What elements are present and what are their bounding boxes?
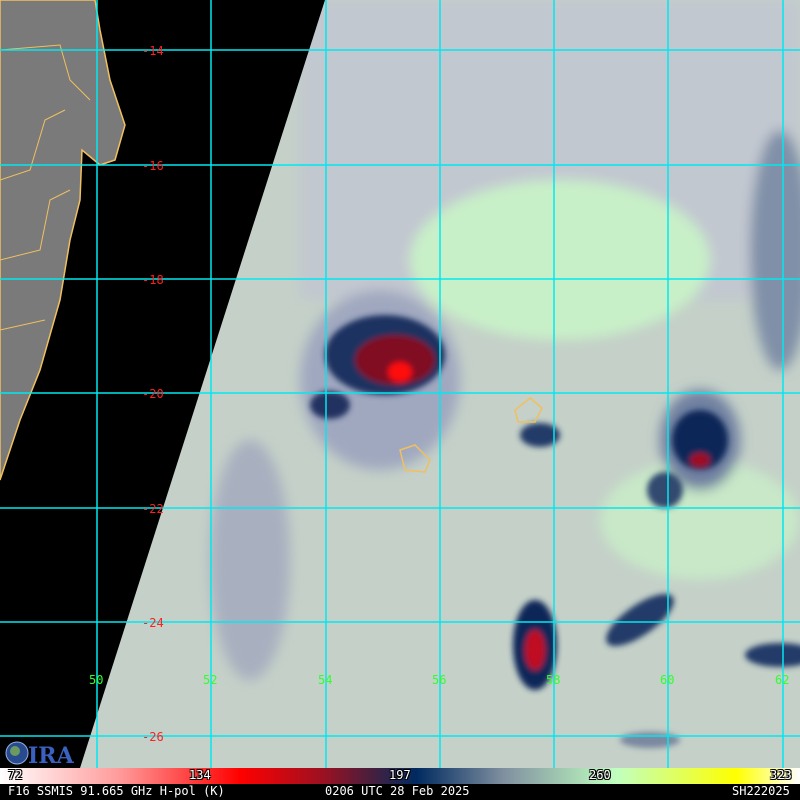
lon-label: 54 bbox=[318, 673, 332, 687]
lat-label: -24 bbox=[142, 616, 164, 630]
storm-id-label: SH222025 bbox=[732, 784, 790, 798]
lat-label: -14 bbox=[142, 44, 164, 58]
time-label: 0206 UTC 28 Feb 2025 bbox=[325, 784, 470, 798]
lon-label: 62 bbox=[775, 673, 789, 687]
lat-label: -18 bbox=[142, 273, 164, 287]
colorbar-tick: 72 bbox=[8, 768, 23, 782]
lon-label: 60 bbox=[660, 673, 674, 687]
lon-label: 56 bbox=[432, 673, 446, 687]
colorbar-tick: 134 bbox=[189, 768, 211, 782]
lat-label: -22 bbox=[142, 502, 164, 516]
colorbar-tick: 260 bbox=[589, 768, 611, 782]
lat-label: -20 bbox=[142, 387, 164, 401]
satellite-map: -14 -16 -18 -20 -22 -24 -26 50 52 54 56 … bbox=[0, 0, 800, 768]
colorbar: 72 134 197 260 323 bbox=[0, 768, 800, 784]
lon-label: 52 bbox=[203, 673, 217, 687]
lat-label: -16 bbox=[142, 159, 164, 173]
lat-label: -26 bbox=[142, 730, 164, 744]
sensor-label: F16 SSMIS 91.665 GHz H-pol (K) bbox=[8, 784, 225, 798]
colorbar-tick: 197 bbox=[389, 768, 411, 782]
lon-label: 50 bbox=[89, 673, 103, 687]
lon-label: 58 bbox=[546, 673, 560, 687]
footer: F16 SSMIS 91.665 GHz H-pol (K) 0206 UTC … bbox=[0, 784, 800, 800]
svg-text:IRA: IRA bbox=[28, 743, 74, 767]
cira-logo: IRA bbox=[5, 741, 74, 767]
colorbar-tick: 323 bbox=[770, 768, 792, 782]
